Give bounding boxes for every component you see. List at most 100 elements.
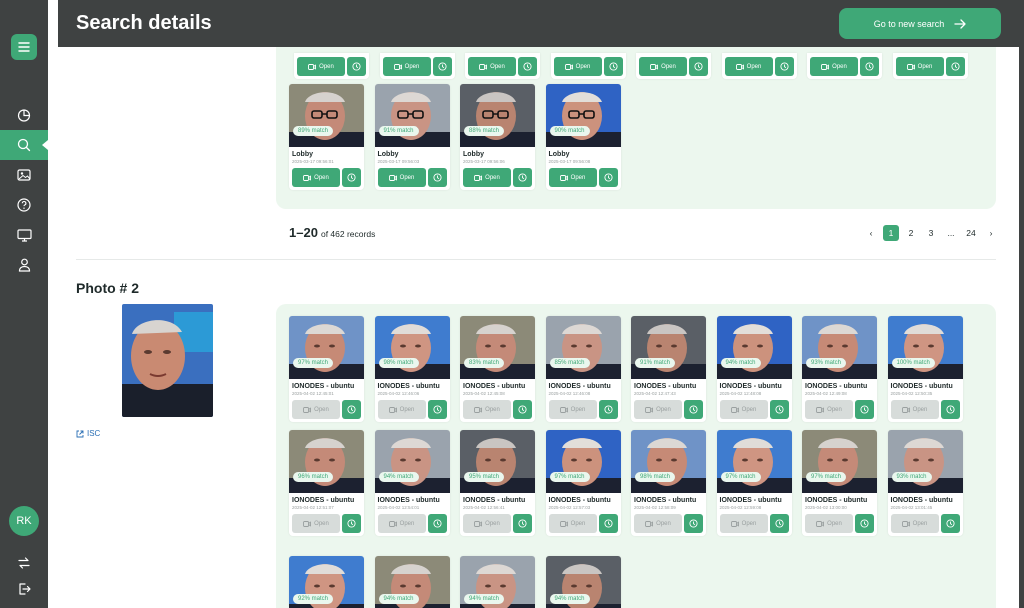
open-button[interactable]: Open: [463, 168, 511, 187]
open-button[interactable]: Open: [548, 514, 597, 533]
open-button[interactable]: Open: [810, 57, 858, 76]
open-button[interactable]: Open: [890, 400, 939, 419]
result-card-partial[interactable]: Open: [465, 53, 540, 79]
open-button[interactable]: Open: [463, 514, 511, 533]
open-button[interactable]: Open: [297, 57, 345, 76]
history-button[interactable]: [432, 57, 452, 76]
history-button[interactable]: [513, 400, 532, 419]
isc-link[interactable]: ISC: [76, 429, 100, 438]
open-button[interactable]: Open: [292, 168, 340, 187]
prev-page-button[interactable]: ‹: [863, 225, 879, 241]
result-card[interactable]: 98% match IONODES - ubuntu 2025-04-02 12:4…: [374, 316, 450, 422]
result-card[interactable]: 98% match IONODES - ubuntu 2025-04-02 12:5…: [631, 430, 706, 536]
result-card[interactable]: 90% match Lobby 2025-03-17 09:56:08 Open: [545, 84, 621, 190]
result-card-partial[interactable]: Open: [892, 53, 968, 79]
open-button[interactable]: Open: [377, 514, 426, 533]
result-card[interactable]: 100% match IONODES - ubuntu 2025-04-02 12:…: [887, 316, 963, 422]
result-card-partial[interactable]: Open: [721, 53, 797, 79]
history-button[interactable]: [603, 57, 623, 76]
result-card[interactable]: 94% match IONODES - ubuntu 2025-04-02 12:5…: [374, 430, 450, 536]
result-card[interactable]: 93% match IONODES - ubuntu 2025-04-02 13:0…: [887, 430, 963, 536]
result-card[interactable]: 91% match Lobby 2025-03-17 09:56:03 Open: [374, 84, 450, 190]
history-button[interactable]: [940, 400, 960, 419]
history-button[interactable]: [427, 168, 447, 187]
history-button[interactable]: [518, 57, 537, 76]
history-button[interactable]: [513, 168, 532, 187]
history-button[interactable]: [855, 514, 874, 533]
open-button[interactable]: Open: [463, 400, 511, 419]
result-card[interactable]: 93% match IONODES - ubuntu 2025-04-02 12:4…: [802, 316, 877, 422]
result-card-partial[interactable]: Open: [294, 53, 369, 79]
open-button[interactable]: Open: [895, 57, 944, 76]
open-button[interactable]: Open: [634, 400, 682, 419]
open-button[interactable]: Open: [382, 57, 431, 76]
history-button[interactable]: [769, 400, 789, 419]
history-button[interactable]: [689, 57, 708, 76]
page-button-24[interactable]: 24: [963, 225, 979, 241]
result-card-partial[interactable]: 94% match: [545, 556, 621, 608]
page-button-3[interactable]: 3: [923, 225, 939, 241]
open-button[interactable]: Open: [377, 168, 426, 187]
result-card[interactable]: 96% match IONODES - ubuntu 2025-04-02 12:5…: [289, 430, 364, 536]
next-page-button[interactable]: ›: [983, 225, 999, 241]
open-button[interactable]: Open: [724, 57, 773, 76]
page-button-2[interactable]: 2: [903, 225, 919, 241]
open-button[interactable]: Open: [890, 514, 939, 533]
open-button[interactable]: Open: [719, 514, 768, 533]
open-button[interactable]: Open: [292, 514, 340, 533]
result-card[interactable]: 88% match Lobby 2025-03-17 09:56:06 Open: [460, 84, 535, 190]
result-card-partial[interactable]: Open: [379, 53, 455, 79]
history-button[interactable]: [860, 57, 879, 76]
menu-button[interactable]: [11, 34, 37, 60]
sidebar-item-monitor[interactable]: [0, 220, 48, 250]
history-button[interactable]: [769, 514, 789, 533]
open-button[interactable]: Open: [634, 514, 682, 533]
history-button[interactable]: [774, 57, 794, 76]
open-button[interactable]: Open: [805, 400, 853, 419]
history-button[interactable]: [598, 168, 618, 187]
result-card[interactable]: 97% match IONODES - ubuntu 2025-04-02 12:4…: [289, 316, 364, 422]
open-button[interactable]: Open: [548, 168, 597, 187]
result-card[interactable]: 94% match IONODES - ubuntu 2025-04-02 12:4…: [716, 316, 792, 422]
result-card-partial[interactable]: 92% match: [289, 556, 364, 608]
result-card[interactable]: 97% match IONODES - ubuntu 2025-04-02 12:5…: [545, 430, 621, 536]
open-button[interactable]: Open: [292, 400, 340, 419]
open-button[interactable]: Open: [377, 400, 426, 419]
page-button-1[interactable]: 1: [883, 225, 899, 241]
result-card-partial[interactable]: Open: [807, 53, 882, 79]
history-button[interactable]: [342, 400, 361, 419]
history-button[interactable]: [347, 57, 366, 76]
history-button[interactable]: [427, 400, 447, 419]
result-card[interactable]: 83% match IONODES - ubuntu 2025-04-02 12:4…: [460, 316, 535, 422]
open-button[interactable]: Open: [553, 57, 602, 76]
result-card-partial[interactable]: 94% match: [460, 556, 535, 608]
history-button[interactable]: [684, 400, 703, 419]
open-button[interactable]: Open: [468, 57, 516, 76]
result-card[interactable]: 97% match IONODES - ubuntu 2025-04-02 13:0…: [802, 430, 877, 536]
sidebar-item-gallery[interactable]: [0, 160, 48, 190]
switch-button[interactable]: [0, 550, 48, 576]
result-card-partial[interactable]: Open: [636, 53, 711, 79]
result-card[interactable]: 97% match IONODES - ubuntu 2025-04-02 12:5…: [716, 430, 792, 536]
history-button[interactable]: [598, 400, 618, 419]
logout-button[interactable]: [0, 576, 48, 602]
result-card[interactable]: 95% match IONODES - ubuntu 2025-04-02 12:5…: [460, 430, 535, 536]
open-button[interactable]: Open: [639, 57, 687, 76]
history-button[interactable]: [342, 168, 361, 187]
result-card[interactable]: 89% match Lobby 2025-03-17 09:56:01 Open: [289, 84, 364, 190]
open-button[interactable]: Open: [805, 514, 853, 533]
go-to-new-search-button[interactable]: Go to new search: [839, 8, 1001, 39]
avatar[interactable]: RK: [9, 506, 39, 536]
sidebar-item-dashboard[interactable]: [0, 100, 48, 130]
result-card-partial[interactable]: Open: [550, 53, 626, 79]
sidebar-item-user[interactable]: [0, 250, 48, 280]
history-button[interactable]: [598, 514, 618, 533]
history-button[interactable]: [342, 514, 361, 533]
history-button[interactable]: [427, 514, 447, 533]
history-button[interactable]: [940, 514, 960, 533]
result-card-partial[interactable]: 94% match: [374, 556, 450, 608]
sidebar-item-help[interactable]: [0, 190, 48, 220]
history-button[interactable]: [855, 400, 874, 419]
open-button[interactable]: Open: [548, 400, 597, 419]
history-button[interactable]: [945, 57, 965, 76]
